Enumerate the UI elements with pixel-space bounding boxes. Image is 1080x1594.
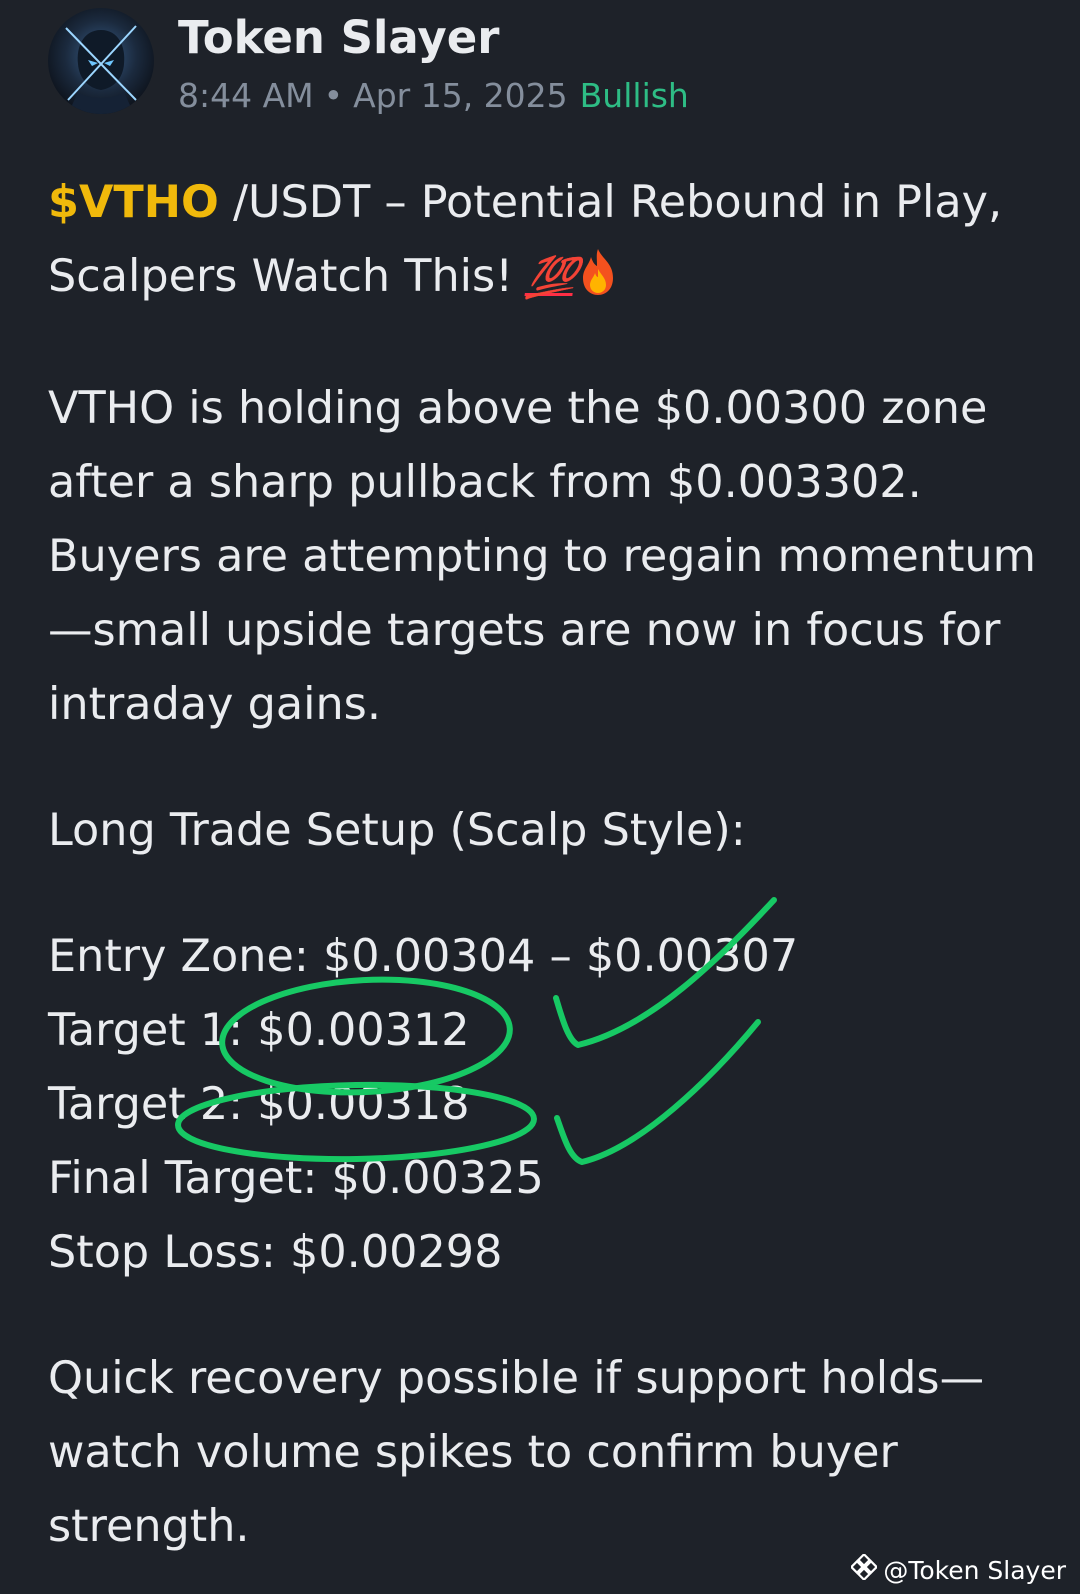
watermark-text: @Token Slayer bbox=[883, 1555, 1066, 1585]
sentiment-badge: Bullish bbox=[579, 76, 689, 115]
post-header: Token Slayer 8:44 AM • Apr 15, 2025 Bullish bbox=[48, 8, 689, 118]
final-target: Final Target: $0.00325 bbox=[48, 1153, 544, 1204]
target-1: Target 1: $0.00312 bbox=[48, 1005, 470, 1056]
trade-levels: Entry Zone: $0.00304 – $0.00307 Target 1… bbox=[48, 920, 1048, 1290]
closing-paragraph: Quick recovery possible if support holds… bbox=[48, 1353, 985, 1552]
paragraph-analysis: VTHO is holding above the $0.00300 zone … bbox=[48, 383, 1036, 730]
binance-logo-icon bbox=[850, 1552, 879, 1586]
watermark: @Token Slayer bbox=[850, 1552, 1066, 1586]
post-title: $VTHO /USDT – Potential Rebound in Play,… bbox=[48, 166, 1048, 320]
post-meta: 8:44 AM • Apr 15, 2025 Bullish bbox=[178, 74, 689, 118]
post-time: 8:44 AM bbox=[178, 76, 314, 115]
post-date: Apr 15, 2025 bbox=[353, 76, 568, 115]
author-name[interactable]: Token Slayer bbox=[178, 10, 689, 66]
setup-heading: Long Trade Setup (Scalp Style): bbox=[48, 805, 746, 856]
fire-icon bbox=[575, 246, 621, 320]
post-body: $VTHO /USDT – Potential Rebound in Play,… bbox=[48, 166, 1048, 1564]
stop-loss: Stop Loss: $0.00298 bbox=[48, 1227, 503, 1278]
author-avatar[interactable] bbox=[48, 8, 154, 114]
ticker-link[interactable]: $VTHO bbox=[48, 177, 219, 228]
target-2: Target 2: $0.00318 bbox=[48, 1079, 470, 1130]
meta-separator: • bbox=[323, 76, 344, 115]
hooded-warrior-avatar-icon bbox=[65, 25, 137, 114]
entry-zone: Entry Zone: $0.00304 – $0.00307 bbox=[48, 931, 799, 982]
hundred-points-icon: 💯 bbox=[523, 255, 579, 301]
